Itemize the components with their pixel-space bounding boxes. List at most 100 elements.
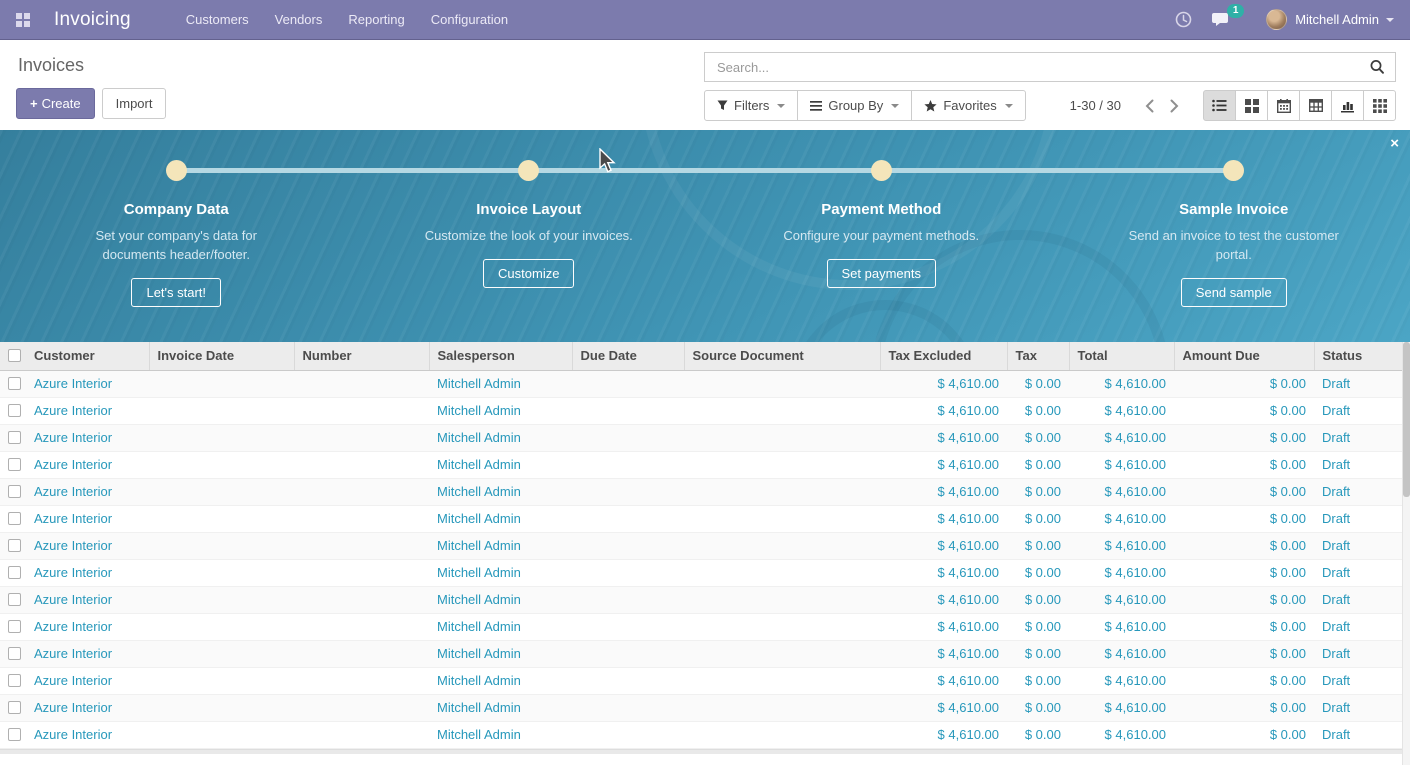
cell-total[interactable]: $ 4,610.00 xyxy=(1069,505,1174,532)
column-header-customer[interactable]: Customer xyxy=(26,342,149,370)
close-icon[interactable]: × xyxy=(1390,136,1399,151)
cell-source-document[interactable] xyxy=(684,586,880,613)
pager-next-icon[interactable] xyxy=(1162,95,1187,117)
cell-invoice-date[interactable] xyxy=(149,613,294,640)
cell-status[interactable]: Draft xyxy=(1314,451,1402,478)
row-checkbox[interactable] xyxy=(8,404,21,417)
cell-due-date[interactable] xyxy=(572,478,684,505)
table-row[interactable]: Azure Interior Mitchell Admin $ 4,610.00… xyxy=(0,370,1402,397)
cell-number[interactable] xyxy=(294,370,429,397)
cell-tax-excluded[interactable]: $ 4,610.00 xyxy=(880,640,1007,667)
cell-source-document[interactable] xyxy=(684,640,880,667)
cell-number[interactable] xyxy=(294,397,429,424)
cell-number[interactable] xyxy=(294,667,429,694)
cell-invoice-date[interactable] xyxy=(149,721,294,748)
cell-total[interactable]: $ 4,610.00 xyxy=(1069,613,1174,640)
cell-source-document[interactable] xyxy=(684,721,880,748)
cell-total[interactable]: $ 4,610.00 xyxy=(1069,667,1174,694)
activity-view-icon[interactable] xyxy=(1363,90,1396,121)
table-row[interactable]: Azure Interior Mitchell Admin $ 4,610.00… xyxy=(0,694,1402,721)
cell-status[interactable]: Draft xyxy=(1314,370,1402,397)
kanban-view-icon[interactable] xyxy=(1235,90,1268,121)
cell-tax-excluded[interactable]: $ 4,610.00 xyxy=(880,694,1007,721)
table-row[interactable]: Azure Interior Mitchell Admin $ 4,610.00… xyxy=(0,559,1402,586)
cell-total[interactable]: $ 4,610.00 xyxy=(1069,694,1174,721)
cell-tax[interactable]: $ 0.00 xyxy=(1007,478,1069,505)
menu-configuration[interactable]: Configuration xyxy=(418,7,521,32)
select-all-checkbox[interactable] xyxy=(8,349,21,362)
cell-total[interactable]: $ 4,610.00 xyxy=(1069,478,1174,505)
cell-customer[interactable]: Azure Interior xyxy=(26,532,149,559)
column-header-number[interactable]: Number xyxy=(294,342,429,370)
cell-tax-excluded[interactable]: $ 4,610.00 xyxy=(880,559,1007,586)
cell-tax[interactable]: $ 0.00 xyxy=(1007,721,1069,748)
cell-total[interactable]: $ 4,610.00 xyxy=(1069,397,1174,424)
row-checkbox[interactable] xyxy=(8,674,21,687)
menu-customers[interactable]: Customers xyxy=(173,7,262,32)
cell-amount-due[interactable]: $ 0.00 xyxy=(1174,694,1314,721)
cell-customer[interactable]: Azure Interior xyxy=(26,586,149,613)
cell-source-document[interactable] xyxy=(684,613,880,640)
table-row[interactable]: Azure Interior Mitchell Admin $ 4,610.00… xyxy=(0,721,1402,748)
cell-amount-due[interactable]: $ 0.00 xyxy=(1174,586,1314,613)
cell-number[interactable] xyxy=(294,694,429,721)
column-header-tax-excluded[interactable]: Tax Excluded xyxy=(880,342,1007,370)
cell-due-date[interactable] xyxy=(572,532,684,559)
group-by-button[interactable]: Group By xyxy=(797,90,912,121)
cell-number[interactable] xyxy=(294,586,429,613)
cell-tax[interactable]: $ 0.00 xyxy=(1007,559,1069,586)
cell-amount-due[interactable]: $ 0.00 xyxy=(1174,721,1314,748)
cell-status[interactable]: Draft xyxy=(1314,397,1402,424)
cell-amount-due[interactable]: $ 0.00 xyxy=(1174,613,1314,640)
pager-previous-icon[interactable] xyxy=(1137,95,1162,117)
table-row[interactable]: Azure Interior Mitchell Admin $ 4,610.00… xyxy=(0,532,1402,559)
cell-salesperson[interactable]: Mitchell Admin xyxy=(429,478,572,505)
cell-number[interactable] xyxy=(294,505,429,532)
row-checkbox[interactable] xyxy=(8,458,21,471)
cell-total[interactable]: $ 4,610.00 xyxy=(1069,451,1174,478)
cell-tax[interactable]: $ 0.00 xyxy=(1007,505,1069,532)
row-checkbox[interactable] xyxy=(8,701,21,714)
cell-due-date[interactable] xyxy=(572,613,684,640)
cell-amount-due[interactable]: $ 0.00 xyxy=(1174,397,1314,424)
cell-tax-excluded[interactable]: $ 4,610.00 xyxy=(880,586,1007,613)
cell-invoice-date[interactable] xyxy=(149,559,294,586)
list-view-icon[interactable] xyxy=(1203,90,1236,121)
table-row[interactable]: Azure Interior Mitchell Admin $ 4,610.00… xyxy=(0,613,1402,640)
cell-total[interactable]: $ 4,610.00 xyxy=(1069,424,1174,451)
cell-amount-due[interactable]: $ 0.00 xyxy=(1174,478,1314,505)
cell-tax-excluded[interactable]: $ 4,610.00 xyxy=(880,424,1007,451)
cell-customer[interactable]: Azure Interior xyxy=(26,478,149,505)
cell-number[interactable] xyxy=(294,721,429,748)
column-header-invoice-date[interactable]: Invoice Date xyxy=(149,342,294,370)
calendar-view-icon[interactable] xyxy=(1267,90,1300,121)
cell-status[interactable]: Draft xyxy=(1314,721,1402,748)
cell-source-document[interactable] xyxy=(684,370,880,397)
cell-source-document[interactable] xyxy=(684,424,880,451)
cell-salesperson[interactable]: Mitchell Admin xyxy=(429,559,572,586)
cell-invoice-date[interactable] xyxy=(149,424,294,451)
cell-invoice-date[interactable] xyxy=(149,586,294,613)
cell-source-document[interactable] xyxy=(684,505,880,532)
cell-customer[interactable]: Azure Interior xyxy=(26,505,149,532)
row-checkbox[interactable] xyxy=(8,377,21,390)
cell-invoice-date[interactable] xyxy=(149,370,294,397)
filters-button[interactable]: Filters xyxy=(704,90,798,121)
create-button[interactable]: +Create xyxy=(16,88,95,119)
row-checkbox[interactable] xyxy=(8,485,21,498)
cell-salesperson[interactable]: Mitchell Admin xyxy=(429,370,572,397)
cell-status[interactable]: Draft xyxy=(1314,505,1402,532)
cell-invoice-date[interactable] xyxy=(149,532,294,559)
row-checkbox[interactable] xyxy=(8,647,21,660)
cell-total[interactable]: $ 4,610.00 xyxy=(1069,640,1174,667)
messages-button[interactable]: 1 xyxy=(1212,11,1232,28)
cell-status[interactable]: Draft xyxy=(1314,694,1402,721)
cell-status[interactable]: Draft xyxy=(1314,640,1402,667)
cell-salesperson[interactable]: Mitchell Admin xyxy=(429,640,572,667)
cell-salesperson[interactable]: Mitchell Admin xyxy=(429,613,572,640)
table-row[interactable]: Azure Interior Mitchell Admin $ 4,610.00… xyxy=(0,424,1402,451)
cell-number[interactable] xyxy=(294,559,429,586)
cell-salesperson[interactable]: Mitchell Admin xyxy=(429,721,572,748)
cell-tax-excluded[interactable]: $ 4,610.00 xyxy=(880,721,1007,748)
activities-button[interactable] xyxy=(1175,11,1192,28)
